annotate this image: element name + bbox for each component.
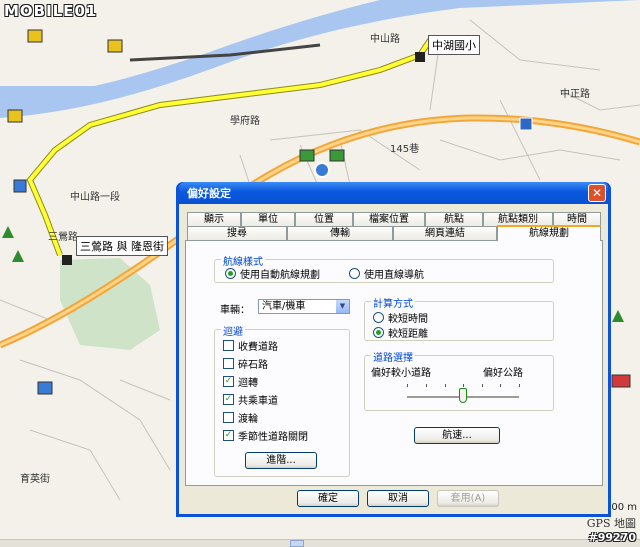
dialog-titlebar[interactable]: 偏好設定: [179, 182, 608, 204]
vehicle-label: 車輛：: [220, 305, 250, 316]
slider-tick: [445, 384, 446, 387]
tab-time[interactable]: 時間: [553, 212, 601, 226]
tab-position[interactable]: 位置: [295, 212, 353, 226]
radio-auto-routing-indicator[interactable]: [225, 268, 236, 279]
scrollbar-thumb[interactable]: [290, 540, 304, 547]
avoid-group: 迴避 收費道路 碎石路 ✓ 迴轉 ✓ 共乘車道 渡輪 ✓ 季節性道路關閉 進階.…: [214, 323, 350, 477]
tab-search[interactable]: 搜尋: [187, 226, 287, 240]
calc-method-group: 計算方式 較短時間 較短距離: [364, 295, 554, 341]
slider-tick: [482, 384, 483, 387]
checkbox[interactable]: [223, 412, 234, 423]
checkbox-label: 碎石路: [238, 360, 268, 371]
routing-tab-panel: 航線樣式 使用自動航線規劃 使用直線導航 車輛： 汽車/機車 ▼ 迴避 收費道路…: [185, 240, 603, 486]
map-street-label: 學府路: [230, 116, 260, 127]
tab-waypoint-categories[interactable]: 航點類別: [483, 212, 553, 226]
radio-direct-routing-label: 使用直線導航: [364, 270, 424, 281]
road-selection-title: 道路選擇: [371, 349, 415, 364]
avoid-toll-roads[interactable]: 收費道路: [223, 338, 278, 353]
watermark-logo: MOBILE01: [4, 2, 98, 20]
checkbox-label: 共乘車道: [238, 396, 278, 407]
radio-direct-routing-indicator[interactable]: [349, 268, 360, 279]
speed-button[interactable]: 航速...: [414, 427, 500, 444]
dialog-client: 顯示 單位 位置 檔案位置 航點 航點類別 時間 搜尋 傳輸 網頁連結 航線規劃…: [179, 204, 608, 514]
map-street-label: 145巷: [390, 144, 420, 155]
road-pref-slider-thumb[interactable]: [459, 388, 467, 403]
checkbox[interactable]: [223, 358, 234, 369]
tab-waypoints[interactable]: 航點: [425, 212, 483, 226]
radio-shorter-distance-indicator[interactable]: [373, 327, 384, 338]
avoid-gravel-roads[interactable]: 碎石路: [223, 356, 268, 371]
horizontal-scrollbar[interactable]: [0, 539, 640, 547]
advanced-button[interactable]: 進階...: [245, 452, 317, 469]
poi-label-school[interactable]: 中湖國小: [428, 35, 480, 55]
radio-direct-routing[interactable]: 使用直線導航: [349, 266, 424, 281]
map-street-label: 中山路: [370, 34, 400, 45]
map-street-label: 中正路: [560, 89, 590, 100]
cancel-button[interactable]: 取消: [367, 490, 429, 507]
map-street-label: 三鶯路: [48, 232, 78, 243]
radio-faster-time-label: 較短時間: [388, 314, 428, 325]
checkbox[interactable]: [223, 340, 234, 351]
slider-tick: [500, 384, 501, 387]
road-pref-left-label: 偏好較小道路: [371, 368, 431, 379]
slider-tick: [426, 384, 427, 387]
tab-display[interactable]: 顯示: [187, 212, 241, 226]
radio-faster-time[interactable]: 較短時間: [373, 310, 428, 325]
checkbox-label: 收費道路: [238, 342, 278, 353]
tab-units[interactable]: 單位: [241, 212, 295, 226]
map-credit: GPS 地圖: [586, 517, 636, 530]
vehicle-select[interactable]: 汽車/機車 ▼: [258, 299, 350, 314]
radio-shorter-distance[interactable]: 較短距離: [373, 325, 428, 340]
slider-tick: [463, 384, 464, 387]
map-street-label: 育英街: [20, 474, 50, 485]
checkbox-label: 迴轉: [238, 378, 258, 389]
radio-faster-time-indicator[interactable]: [373, 312, 384, 323]
slider-tick: [407, 384, 408, 387]
close-icon: ✕: [591, 186, 603, 200]
close-button[interactable]: ✕: [588, 184, 606, 202]
avoid-ferries[interactable]: 渡輪: [223, 410, 258, 425]
road-pref-right-label: 偏好公路: [483, 368, 523, 379]
slider-tick: [519, 384, 520, 387]
road-selection-group: 道路選擇 偏好較小道路 偏好公路: [364, 349, 554, 411]
apply-button[interactable]: 套用(A): [437, 490, 499, 507]
calc-method-title: 計算方式: [371, 295, 415, 310]
ok-button[interactable]: 確定: [297, 490, 359, 507]
dialog-title: 偏好設定: [187, 187, 231, 200]
vehicle-select-value: 汽車/機車: [262, 301, 306, 312]
checkbox[interactable]: ✓: [223, 430, 234, 441]
avoid-u-turns[interactable]: ✓ 迴轉: [223, 374, 258, 389]
tab-file-locations[interactable]: 檔案位置: [353, 212, 425, 226]
checkbox-label: 渡輪: [238, 414, 258, 425]
radio-auto-routing-label: 使用自動航線規劃: [240, 270, 320, 281]
checkbox-label: 季節性道路關閉: [238, 432, 308, 443]
preferences-dialog: 偏好設定 ✕ 顯示 單位 位置 檔案位置 航點 航點類別 時間 搜尋 傳輸 網頁…: [176, 182, 611, 517]
checkbox[interactable]: ✓: [223, 394, 234, 405]
avoid-carpool-lanes[interactable]: ✓ 共乘車道: [223, 392, 278, 407]
poi-label-intersection[interactable]: 三鶯路 與 隆恩街: [76, 236, 168, 256]
route-style-group: 航線樣式 使用自動航線規劃 使用直線導航: [214, 253, 554, 283]
map-street-label: 中山路一段: [70, 192, 120, 203]
avoid-title: 迴避: [221, 323, 245, 338]
tab-transfer[interactable]: 傳輸: [287, 226, 393, 240]
tab-web-links[interactable]: 網頁連結: [393, 226, 497, 240]
radio-auto-routing[interactable]: 使用自動航線規劃: [225, 266, 320, 281]
chevron-down-icon[interactable]: ▼: [336, 300, 349, 313]
avoid-seasonal-closures[interactable]: ✓ 季節性道路關閉: [223, 428, 308, 443]
tab-routing[interactable]: 航線規劃: [497, 225, 601, 241]
photo-id: #99270: [588, 531, 637, 544]
radio-shorter-distance-label: 較短距離: [388, 329, 428, 340]
checkbox[interactable]: ✓: [223, 376, 234, 387]
